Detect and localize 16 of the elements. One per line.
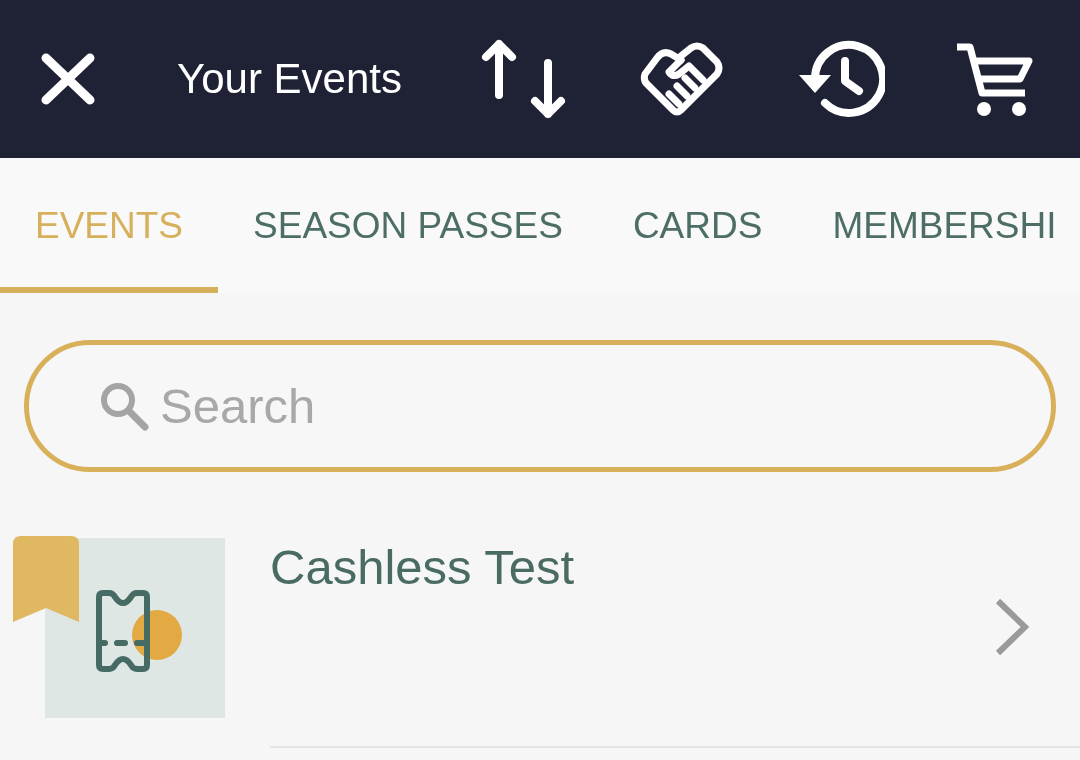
search-field[interactable]: Search xyxy=(24,340,1056,472)
tab[interactable]: CARDS xyxy=(597,158,798,293)
tab[interactable]: MEMBERSHI xyxy=(797,158,1057,293)
sort-button[interactable] xyxy=(480,39,567,119)
sort-arrows-icon xyxy=(480,39,567,119)
chevron-right-icon xyxy=(994,598,1030,656)
cart-button[interactable] xyxy=(956,41,1033,117)
handshake-button[interactable] xyxy=(638,42,723,116)
event-title[interactable]: Cashless Test xyxy=(270,538,575,597)
tab[interactable]: SEASON PASSES xyxy=(218,158,598,293)
header-title: Your Events xyxy=(177,55,402,103)
handshake-icon xyxy=(638,42,723,116)
close-button[interactable] xyxy=(40,53,96,105)
close-icon xyxy=(40,53,96,105)
cart-icon xyxy=(956,41,1033,117)
search-icon xyxy=(99,381,149,431)
